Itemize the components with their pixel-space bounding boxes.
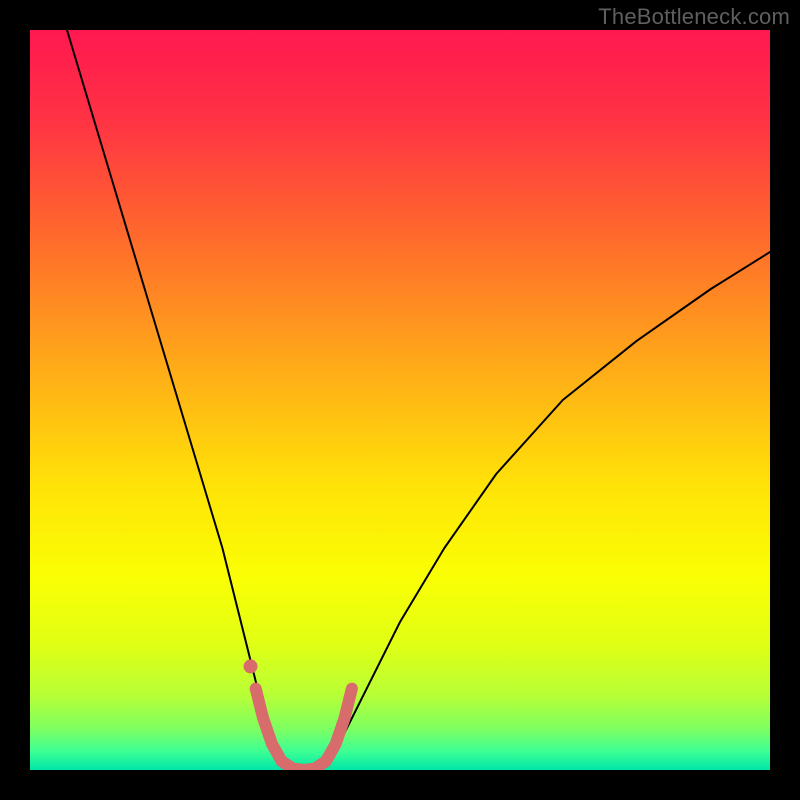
chart-svg: [30, 30, 770, 770]
chart-frame: TheBottleneck.com: [0, 0, 800, 800]
gradient-background: [30, 30, 770, 770]
watermark-text: TheBottleneck.com: [598, 4, 790, 30]
plot-area: [30, 30, 770, 770]
highlight-dot: [244, 659, 258, 673]
